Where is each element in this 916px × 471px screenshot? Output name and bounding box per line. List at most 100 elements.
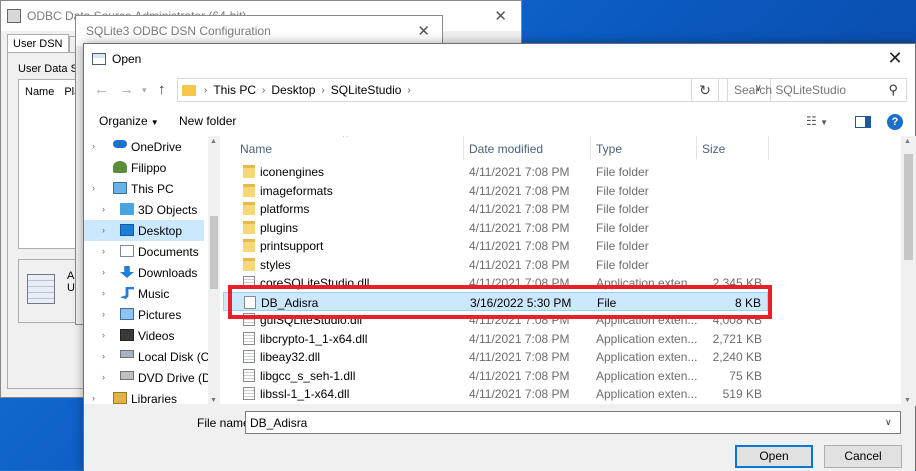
- sidebar-item-label: Downloads: [138, 266, 198, 280]
- file-date: 4/11/2021 7:08 PM: [469, 368, 570, 383]
- back-arrow-icon[interactable]: ←: [94, 81, 109, 98]
- up-arrow-icon[interactable]: ↑: [158, 81, 166, 98]
- breadcrumb-chevron-icon[interactable]: ›: [204, 85, 207, 96]
- breadcrumb-chevron-icon[interactable]: ›: [262, 85, 265, 96]
- scroll-down-icon[interactable]: ▼: [210, 397, 217, 404]
- file-date: 4/11/2021 7:08 PM: [469, 350, 570, 364]
- file-row[interactable]: plugins 4/11/2021 7:08 PM File folder: [223, 218, 768, 237]
- odbc-close-icon[interactable]: ✕: [494, 7, 507, 25]
- preview-pane-icon[interactable]: [855, 116, 871, 128]
- sqlite-close-icon[interactable]: ✕: [417, 22, 430, 40]
- file-name-input[interactable]: [245, 411, 901, 434]
- breadcrumb-chevron-icon[interactable]: ›: [407, 85, 410, 96]
- expand-chevron-icon[interactable]: ›: [92, 183, 95, 193]
- expand-chevron-icon[interactable]: ›: [102, 267, 105, 277]
- sqlite-titlebar[interactable]: SQLite3 ODBC DSN Configuration: [76, 16, 442, 46]
- expand-chevron-icon[interactable]: ›: [102, 351, 105, 361]
- sidebar-item-filippo[interactable]: Filippo: [84, 157, 204, 178]
- folder-icon: [243, 165, 255, 178]
- odbc-app-icon: [7, 9, 21, 23]
- file-row[interactable]: iconengines 4/11/2021 7:08 PM File folder: [223, 162, 768, 181]
- recent-locations-icon[interactable]: ▾: [142, 85, 147, 96]
- column-divider[interactable]: [768, 136, 769, 160]
- column-divider[interactable]: [696, 136, 697, 160]
- file-row[interactable]: libssl-1_1-x64.dll 4/11/2021 7:08 PM Appli…: [223, 384, 768, 403]
- expand-chevron-icon[interactable]: ›: [102, 288, 105, 298]
- sidebar-item-3d-objects[interactable]: › 3D Objects: [84, 199, 204, 220]
- dll-file-icon: [243, 387, 255, 400]
- expand-chevron-icon[interactable]: ›: [102, 225, 105, 235]
- libraries-icon: [113, 392, 127, 404]
- dll-file-icon: [243, 368, 255, 382]
- sidebar-item-downloads[interactable]: › Downloads: [84, 262, 204, 283]
- expand-chevron-icon[interactable]: ›: [102, 372, 105, 382]
- open-button[interactable]: Open: [735, 445, 813, 468]
- file-row[interactable]: styles 4/11/2021 7:08 PM File folder: [223, 255, 768, 274]
- chevron-down-icon[interactable]: ∨: [885, 417, 892, 428]
- search-box[interactable]: ⚲: [727, 78, 907, 102]
- close-icon[interactable]: ✕: [885, 48, 905, 69]
- sidebar-item-videos[interactable]: › Videos: [84, 325, 204, 346]
- sidebar-item-desktop[interactable]: › Desktop: [84, 220, 204, 241]
- file-list-scrollbar[interactable]: ▲ ▼: [901, 136, 916, 406]
- column-divider[interactable]: [590, 136, 591, 160]
- help-icon[interactable]: ?: [887, 114, 903, 130]
- column-size[interactable]: Size: [702, 142, 725, 156]
- file-row[interactable]: libgcc_s_seh-1.dll 4/11/2021 7:08 PM Appli…: [223, 366, 768, 385]
- change-view-button[interactable]: ☷ ▼: [806, 114, 828, 128]
- sidebar-item-this-pc[interactable]: › This PC: [84, 178, 204, 199]
- file-list-scroll-thumb[interactable]: [904, 154, 913, 260]
- sidebar-item-music[interactable]: › Music: [84, 283, 204, 304]
- column-date-modified[interactable]: Date modified: [469, 142, 543, 156]
- file-row[interactable]: printsupport 4/11/2021 7:08 PM File folder: [223, 236, 768, 255]
- expand-chevron-icon[interactable]: ›: [102, 330, 105, 340]
- sidebar-item-onedrive[interactable]: › OneDrive: [84, 136, 204, 157]
- forward-arrow-icon[interactable]: →: [119, 81, 134, 98]
- sidebar-item-dvd-drive-d[interactable]: › DVD Drive (D:): [84, 367, 209, 388]
- column-divider[interactable]: [463, 136, 464, 160]
- file-row[interactable]: platforms 4/11/2021 7:08 PM File folder: [223, 199, 768, 218]
- breadcrumb-desktop[interactable]: Desktop: [271, 83, 315, 97]
- navigation-scrollbar[interactable]: ▲ ▼: [208, 136, 220, 406]
- breadcrumb-chevron-icon[interactable]: ›: [321, 85, 324, 96]
- sort-ascending-icon: ^: [343, 136, 348, 143]
- file-name: printsupport: [260, 239, 324, 253]
- organize-button[interactable]: Organize ▼: [99, 114, 159, 128]
- file-date: 4/11/2021 7:08 PM: [469, 331, 570, 346]
- command-toolbar: Organize ▼ New folder ☷ ▼ ?: [84, 110, 915, 136]
- expand-chevron-icon[interactable]: ›: [102, 204, 105, 214]
- folder-icon: [243, 202, 255, 215]
- column-name[interactable]: Name: [240, 142, 272, 156]
- sidebar-item-label: 3D Objects: [138, 203, 198, 217]
- breadcrumb-this-pc[interactable]: This PC: [213, 83, 256, 97]
- sidebar-item-label: Documents: [138, 245, 199, 259]
- search-icon[interactable]: ⚲: [888, 82, 898, 98]
- file-size: 2,240 KB: [712, 350, 762, 364]
- expand-chevron-icon[interactable]: ›: [92, 393, 95, 403]
- address-bar[interactable]: › This PC › Desktop › SQLiteStudio › ∨: [177, 78, 771, 102]
- scroll-up-icon[interactable]: ▲: [904, 138, 911, 145]
- expand-chevron-icon[interactable]: ›: [102, 246, 105, 256]
- file-name: libcrypto-1_1-x64.dll: [260, 331, 368, 346]
- expand-chevron-icon[interactable]: ›: [102, 309, 105, 319]
- file-date: 4/11/2021 7:08 PM: [469, 202, 570, 216]
- file-row[interactable]: libeay32.dll 4/11/2021 7:08 PM Application…: [223, 347, 768, 366]
- search-input[interactable]: [728, 79, 878, 101]
- sidebar-item-local-disk-c[interactable]: › Local Disk (C:): [84, 346, 209, 367]
- sidebar-item-pictures[interactable]: › Pictures: [84, 304, 204, 325]
- column-type[interactable]: Type: [596, 142, 622, 156]
- scroll-down-icon[interactable]: ▼: [904, 397, 911, 404]
- dsn-col-name[interactable]: Name: [25, 86, 54, 98]
- sidebar-item-documents[interactable]: › Documents: [84, 241, 204, 262]
- scroll-up-icon[interactable]: ▲: [210, 138, 217, 145]
- breadcrumb-sqlitestudio[interactable]: SQLiteStudio: [331, 83, 402, 97]
- expand-chevron-icon[interactable]: ›: [92, 141, 95, 151]
- open-titlebar[interactable]: Open: [84, 44, 915, 74]
- cancel-button[interactable]: Cancel: [824, 445, 902, 468]
- new-folder-button[interactable]: New folder: [179, 114, 236, 128]
- open-dialog: Open ✕ ← → ▾ ↑ › This PC › Desktop › SQL…: [83, 43, 916, 471]
- refresh-button[interactable]: ↻: [691, 78, 719, 102]
- file-row[interactable]: imageformats 4/11/2021 7:08 PM File folder: [223, 181, 768, 200]
- navigation-scroll-thumb[interactable]: [210, 216, 218, 289]
- file-row[interactable]: libcrypto-1_1-x64.dll 4/11/2021 7:08 PM Ap…: [223, 329, 768, 348]
